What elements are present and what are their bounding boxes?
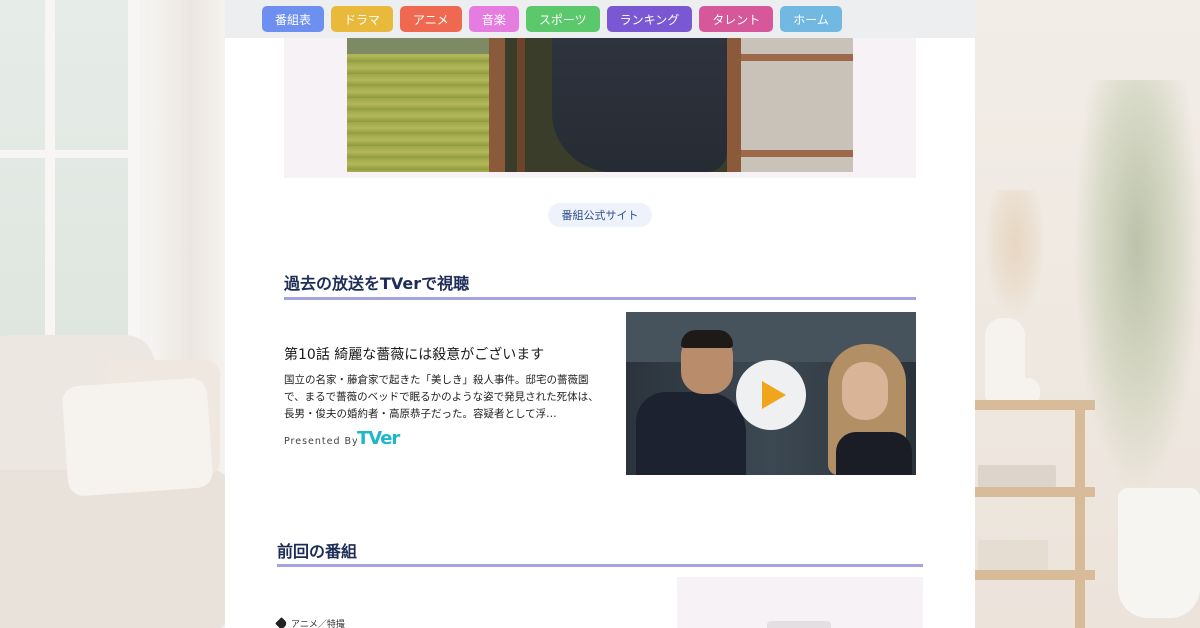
background-plant bbox=[1075, 80, 1200, 490]
hero-door-post bbox=[727, 38, 741, 172]
tag-icon bbox=[275, 617, 288, 628]
background-pampas-grass bbox=[985, 190, 1045, 320]
thumbnail-actor-female bbox=[822, 344, 916, 475]
presented-by-label: Presented By bbox=[284, 436, 359, 447]
nav-item-sports[interactable]: スポーツ bbox=[525, 6, 600, 32]
category-tag-label: アニメ／特撮 bbox=[291, 620, 345, 628]
nav-item-talent[interactable]: タレント bbox=[699, 6, 774, 32]
hero-image-frame bbox=[284, 38, 916, 178]
background-books bbox=[978, 465, 1056, 487]
tver-logo[interactable]: TVer bbox=[357, 428, 400, 449]
hero-image bbox=[347, 38, 853, 172]
thumbnail-placeholder-bar bbox=[767, 621, 831, 628]
hero-door-rail bbox=[741, 54, 853, 61]
category-tag[interactable]: アニメ／特撮 bbox=[275, 617, 345, 628]
background-pillow bbox=[61, 377, 214, 497]
background-window bbox=[0, 0, 140, 340]
category-nav: 番組表 ドラマ アニメ 音楽 スポーツ ランキング タレント ホーム bbox=[225, 0, 975, 38]
nav-item-music[interactable]: 音楽 bbox=[468, 6, 519, 32]
play-button[interactable] bbox=[736, 360, 806, 430]
hero-rice-field bbox=[347, 38, 497, 172]
play-icon bbox=[762, 381, 786, 409]
previous-program-thumbnail[interactable] bbox=[677, 577, 923, 628]
nav-item-anime[interactable]: アニメ bbox=[400, 6, 462, 32]
previous-program-heading: 前回の番組 bbox=[277, 538, 923, 567]
tver-section-heading: 過去の放送をTVerで視聴 bbox=[284, 270, 916, 300]
episode-video-thumbnail[interactable] bbox=[626, 312, 916, 475]
nav-item-program-guide[interactable]: 番組表 bbox=[262, 6, 325, 32]
nav-item-home[interactable]: ホーム bbox=[780, 6, 842, 32]
background-plant-pot bbox=[1118, 488, 1200, 618]
hero-door-rail bbox=[741, 150, 853, 157]
hero-door-post bbox=[517, 38, 525, 172]
hero-person bbox=[552, 38, 727, 172]
episode-title[interactable]: 第10話 綺麗な薔薇には殺意がございます bbox=[284, 344, 614, 364]
hero-door-post bbox=[489, 38, 505, 172]
nav-item-ranking[interactable]: ランキング bbox=[606, 6, 693, 32]
background-books bbox=[978, 540, 1048, 570]
nav-item-drama[interactable]: ドラマ bbox=[331, 6, 394, 32]
episode-description: 国立の名家・藤倉家で起きた「美しき」殺人事件。邸宅の薔薇園で、まるで薔薇のベッド… bbox=[284, 374, 599, 420]
official-site-link[interactable]: 番組公式サイト bbox=[548, 203, 652, 227]
